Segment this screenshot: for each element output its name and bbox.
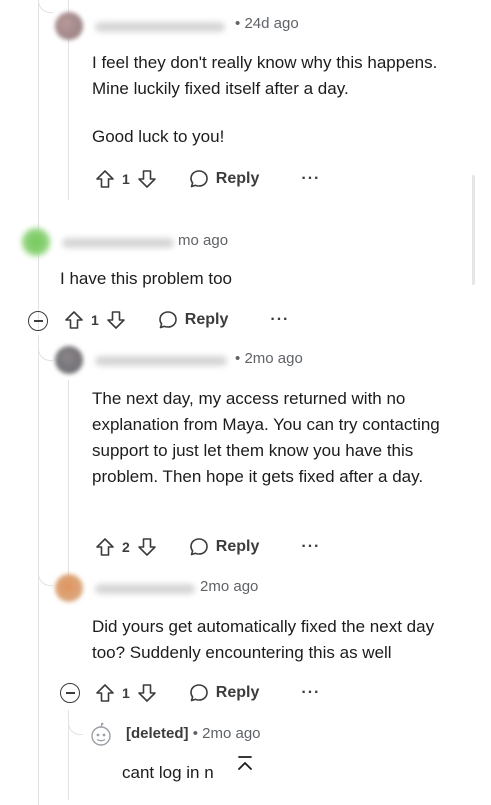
- comment-timestamp: • 2mo ago: [235, 350, 303, 367]
- username-blurred[interactable]: [62, 238, 174, 248]
- reply-label: Reply: [215, 170, 260, 187]
- vote-count: 1: [91, 312, 99, 328]
- upvote-icon[interactable]: [94, 682, 116, 704]
- more-options-button[interactable]: ···: [270, 312, 289, 328]
- timestamp-text: 2mo ago: [200, 578, 259, 595]
- thread-line: [38, 0, 39, 330]
- downvote-icon[interactable]: [136, 168, 158, 190]
- comment-actions: 1 Reply ···: [94, 678, 320, 708]
- comment-actions: 1 Reply ···: [94, 164, 320, 194]
- deleted-user-avatar-icon[interactable]: [88, 722, 114, 748]
- avatar[interactable]: [55, 12, 83, 40]
- thread-elbow: [68, 720, 83, 735]
- reply-label: Reply: [215, 538, 260, 555]
- thread-elbow: [38, 0, 53, 13]
- more-options-button[interactable]: ···: [301, 539, 320, 555]
- scroll-to-top-button[interactable]: [225, 745, 265, 785]
- thread-line: [38, 335, 39, 805]
- reply-button[interactable]: Reply: [188, 536, 260, 558]
- vote-count: 2: [122, 539, 130, 555]
- avatar[interactable]: [55, 574, 83, 602]
- upvote-icon[interactable]: [94, 168, 116, 190]
- downvote-icon[interactable]: [136, 536, 158, 558]
- comment-paragraph: I have this problem too: [60, 269, 232, 288]
- comment-body: The next day, my access returned with no…: [92, 386, 464, 490]
- comment-actions: 1 Reply ···: [63, 305, 289, 335]
- comment-body: Did yours get automatically fixed the ne…: [92, 614, 464, 666]
- avatar[interactable]: [22, 228, 50, 256]
- username-blurred[interactable]: [95, 356, 227, 366]
- reply-button[interactable]: Reply: [188, 168, 260, 190]
- comment-meta: [deleted] • 2mo ago: [126, 725, 261, 742]
- more-options-button[interactable]: ···: [301, 685, 320, 701]
- meta-separator: •: [235, 15, 241, 32]
- comment-bubble-icon: [189, 538, 208, 556]
- downvote-icon[interactable]: [136, 682, 158, 704]
- comment-timestamp: 2mo ago: [200, 578, 258, 595]
- scrollbar[interactable]: [472, 175, 475, 285]
- comment-paragraph: Did yours get automatically fixed the ne…: [92, 617, 435, 662]
- avatar[interactable]: [55, 346, 83, 374]
- thread-line: [68, 380, 69, 580]
- upvote-icon[interactable]: [63, 309, 85, 331]
- comment-paragraph: I feel they don't really know why this h…: [92, 53, 438, 98]
- vote-count: 1: [122, 685, 130, 701]
- reply-label: Reply: [184, 311, 229, 328]
- comment-timestamp: mo ago: [178, 232, 228, 249]
- timestamp-text: 24d ago: [244, 15, 299, 32]
- username-blurred[interactable]: [95, 584, 195, 594]
- comment-body: cant log in n: [122, 760, 422, 786]
- comment-body: I have this problem too: [60, 266, 450, 292]
- comment-timestamp: • 24d ago: [235, 15, 299, 32]
- comment-body: I feel they don't really know why this h…: [92, 50, 462, 150]
- reply-label: Reply: [215, 684, 260, 701]
- collapse-thread-button[interactable]: [60, 683, 80, 703]
- timestamp-text: mo ago: [178, 232, 229, 249]
- comment-bubble-icon: [189, 684, 208, 702]
- thread-elbow: [38, 346, 53, 361]
- collapse-thread-button[interactable]: [28, 311, 48, 331]
- comment-bubble-icon: [158, 311, 177, 329]
- username-blurred[interactable]: [95, 22, 225, 32]
- downvote-icon[interactable]: [105, 309, 127, 331]
- timestamp-text: 2mo ago: [202, 725, 261, 742]
- thread-elbow: [38, 571, 53, 586]
- comment-bubble-icon: [189, 170, 208, 188]
- upvote-icon[interactable]: [94, 536, 116, 558]
- reply-button[interactable]: Reply: [188, 682, 260, 704]
- author-name[interactable]: [deleted]: [126, 725, 189, 742]
- reply-button[interactable]: Reply: [157, 309, 229, 331]
- timestamp-text: 2mo ago: [244, 350, 303, 367]
- meta-separator: •: [192, 725, 198, 742]
- meta-separator: •: [235, 350, 241, 367]
- more-options-button[interactable]: ···: [301, 171, 320, 187]
- comment-paragraph: The next day, my access returned with no…: [92, 389, 440, 486]
- comment-paragraph: cant log in n: [122, 763, 214, 782]
- chevron-up-icon: [238, 756, 252, 770]
- comment-paragraph: Good luck to you!: [92, 127, 225, 146]
- vote-count: 1: [122, 171, 130, 187]
- comment-actions: 2 Reply ···: [94, 532, 320, 562]
